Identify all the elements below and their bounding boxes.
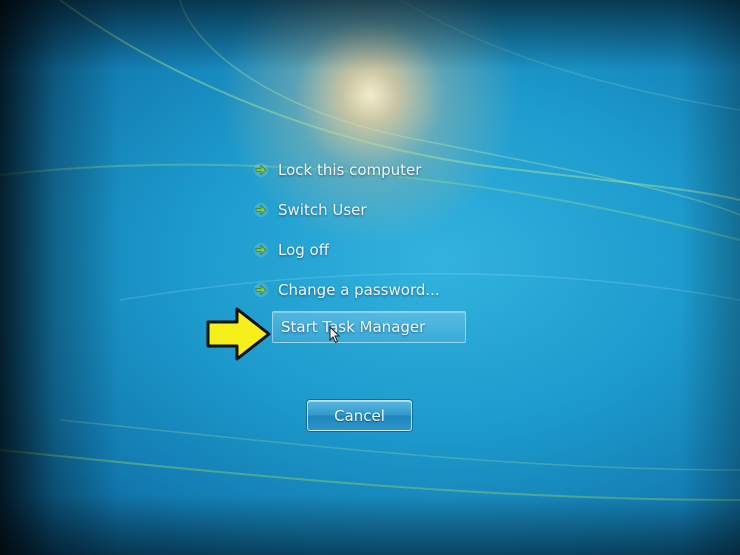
menu-item-label: Change a password... [278,281,440,299]
menu-item-log-off[interactable]: Log off [252,234,329,266]
green-arrow-icon [254,243,268,257]
green-arrow-icon [254,283,268,297]
cancel-button[interactable]: Cancel [307,400,412,431]
menu-item-label: Log off [278,241,330,259]
menu-item-start-task-manager[interactable]: Start Task Manager [272,311,466,343]
menu-item-switch-user[interactable]: Switch User [252,194,367,226]
secure-desktop-screen: Lock this computer Switch User Log off C… [0,0,740,555]
menu-item-label: Start Task Manager [281,318,426,336]
menu-item-change-password[interactable]: Change a password... [252,274,440,306]
menu-item-lock-computer[interactable]: Lock this computer [252,154,421,186]
menu-item-label: Switch User [278,201,367,219]
green-arrow-icon [254,203,268,217]
menu-item-label: Lock this computer [278,161,422,179]
yellow-pointer-arrow-icon [206,307,271,361]
mouse-cursor-icon [329,326,341,344]
green-arrow-icon [254,163,268,177]
